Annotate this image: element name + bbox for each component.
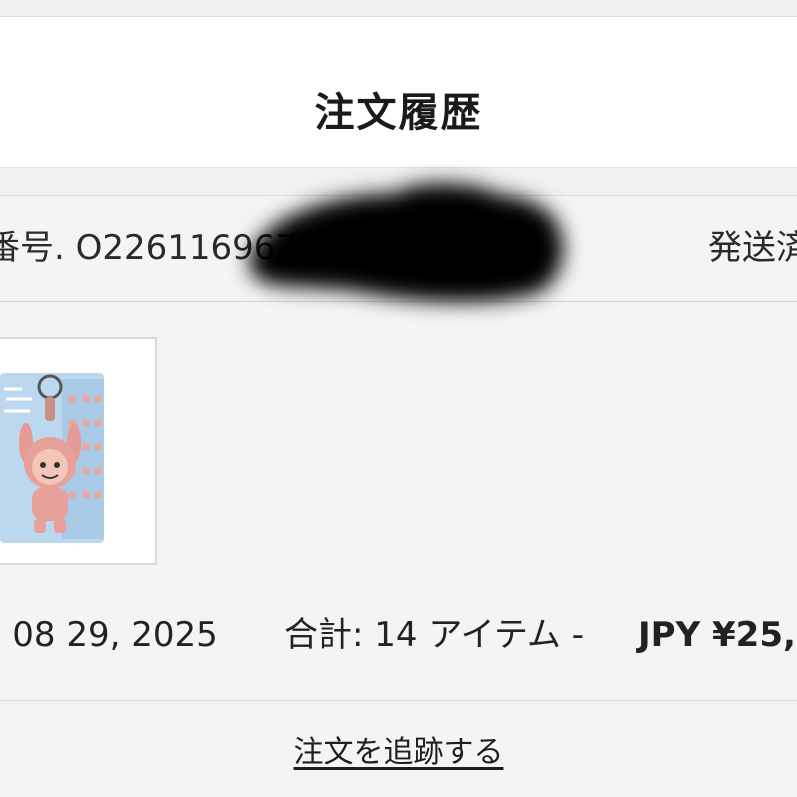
product-thumbnail[interactable] [0, 337, 157, 565]
top-strip [0, 0, 797, 17]
labubu-keychain-blind-box-icon [0, 339, 155, 563]
track-order-row: 注文を追跡する [0, 734, 797, 772]
order-item-total: 合計: 14 アイテム - [284, 615, 585, 655]
order-date: : 08 29, 2025 [0, 615, 218, 655]
page-title: 注文履歴 [314, 90, 483, 136]
order-status: 発送済 [708, 228, 797, 268]
order-price: JPY ¥25, [638, 615, 796, 655]
divider [0, 700, 797, 701]
order-history-screen: 注文履歴 番号. O2261169679 発送済: 08 29, 2025 合… [0, 0, 797, 797]
track-order-link[interactable]: 注文を追跡する [294, 735, 504, 770]
redaction-scribble [249, 183, 564, 302]
page-header: 注文履歴 [0, 17, 797, 168]
order-summary-row: : 08 29, 2025 合計: 14 アイテム - JPY ¥25, [0, 612, 797, 662]
